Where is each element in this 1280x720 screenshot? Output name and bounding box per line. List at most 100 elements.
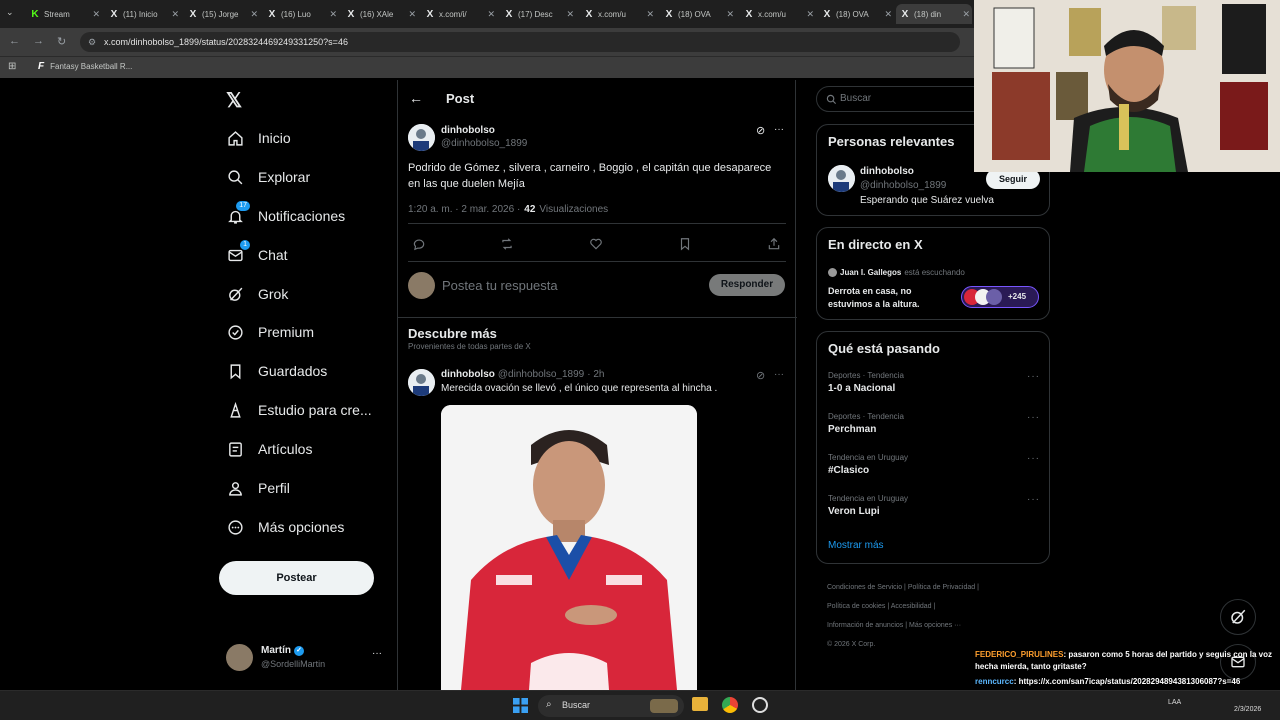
nav-item-premium[interactable]: Premium <box>226 320 314 344</box>
bookmark-item[interactable]: F Fantasy Basketball R... <box>38 61 132 72</box>
browser-tab[interactable]: X (15) Jorge ✕ <box>184 4 260 24</box>
close-icon[interactable]: ✕ <box>250 9 258 20</box>
close-icon[interactable]: ✕ <box>329 9 337 20</box>
browser-tab[interactable]: X (17) Desc ✕ <box>500 4 576 24</box>
footer-link[interactable]: Política de cookies <box>827 603 885 610</box>
browser-tab[interactable]: X (16) Luo ✕ <box>263 4 339 24</box>
windows-start-icon[interactable] <box>513 698 528 713</box>
live-space-title[interactable]: Derrota en casa, no estuvimos a la altur… <box>828 285 948 311</box>
post-button[interactable]: Postear <box>219 561 374 595</box>
trend-item[interactable]: Deportes · Tendencia 1-0 a Nacional ··· <box>828 371 1040 401</box>
post-timestamp[interactable]: 1:20 a. m. · 2 mar. 2026 · <box>408 204 520 215</box>
trend-item[interactable]: Deportes · Tendencia Perchman ··· <box>828 412 1040 442</box>
more-horizontal-icon[interactable]: ··· <box>774 369 784 380</box>
grok-icon[interactable]: ⊘ <box>756 124 765 137</box>
browser-tab[interactable]: K Stream ✕ <box>26 4 102 24</box>
footer-link[interactable]: Política de Privacidad <box>908 584 975 591</box>
more-horizontal-icon[interactable]: ··· <box>1027 494 1040 505</box>
avatar[interactable] <box>408 369 435 396</box>
trend-item[interactable]: Tendencia en Uruguay Veron Lupi ··· <box>828 494 1040 524</box>
nav-item-perfil[interactable]: Perfil <box>226 476 290 500</box>
post-author-name[interactable]: dinhobolso <box>441 369 495 380</box>
reply-input[interactable]: Postea tu respuesta <box>442 278 558 293</box>
nav-item-mas-opciones[interactable]: Más opciones <box>226 515 344 539</box>
nav-item-estudio[interactable]: Estudio para cre... <box>226 398 372 422</box>
forward-arrow-icon[interactable]: → <box>33 35 44 47</box>
user-handle[interactable]: @dinhobolso_1899 <box>860 180 946 191</box>
nav-item-notificaciones[interactable]: 17 Notificaciones <box>226 201 345 228</box>
language-indicator[interactable]: LAA <box>1168 699 1181 706</box>
live-host[interactable]: Juan I. Gallegos está escuchando <box>828 268 965 277</box>
footer-link[interactable]: Más opciones ··· <box>909 622 961 629</box>
follow-button[interactable]: Seguir <box>986 169 1040 189</box>
repost-icon[interactable] <box>500 237 514 251</box>
x-logo-icon[interactable]: 𝕏 <box>226 88 242 113</box>
close-icon[interactable]: ✕ <box>726 9 734 20</box>
footer-link[interactable]: Condiciones de Servicio <box>827 584 902 591</box>
nav-item-articulos[interactable]: Artículos <box>226 437 312 461</box>
close-icon[interactable]: ✕ <box>884 9 892 20</box>
post-author-handle[interactable]: @dinhobolso_1899 <box>498 369 584 380</box>
user-name[interactable]: dinhobolso <box>860 166 914 177</box>
avatar[interactable] <box>408 124 435 151</box>
post-image[interactable] <box>441 405 697 690</box>
browser-tab-active[interactable]: X (18) din ✕ <box>896 4 972 24</box>
post-timestamp[interactable]: · 2h <box>587 369 604 380</box>
post-author-handle[interactable]: @dinhobolso_1899 <box>441 138 527 149</box>
nav-item-explorar[interactable]: Explorar <box>226 165 310 189</box>
close-icon[interactable]: ✕ <box>806 9 814 20</box>
back-arrow-icon[interactable]: ← <box>9 35 20 47</box>
app-icon[interactable] <box>752 697 768 713</box>
nav-item-chat[interactable]: 1 Chat <box>226 240 288 267</box>
nav-item-grok[interactable]: Grok <box>226 282 288 306</box>
browser-tab[interactable]: X (11) Inicio ✕ <box>105 4 181 24</box>
grok-float-button[interactable] <box>1220 599 1256 635</box>
close-icon[interactable]: ✕ <box>487 9 495 20</box>
more-horizontal-icon[interactable]: ··· <box>1027 371 1040 382</box>
bookmark-icon[interactable] <box>678 237 692 251</box>
more-horizontal-icon[interactable]: ··· <box>1027 453 1040 464</box>
browser-tab[interactable]: Xx.com/u ✕ <box>580 4 656 24</box>
nav-item-inicio[interactable]: Inicio <box>226 126 291 150</box>
avatar[interactable] <box>828 165 855 192</box>
apps-grid-icon[interactable]: ⊞ <box>8 61 16 72</box>
browser-tab[interactable]: Xx.com/i/ ✕ <box>421 4 497 24</box>
show-more-link[interactable]: Mostrar más <box>828 540 884 551</box>
file-explorer-icon[interactable] <box>692 697 708 711</box>
listeners-pill[interactable]: +245 <box>961 286 1039 308</box>
reload-icon[interactable]: ↻ <box>57 35 66 48</box>
chrome-icon[interactable] <box>722 697 738 713</box>
search-input[interactable]: Buscar <box>816 86 986 112</box>
grok-icon[interactable]: ⊘ <box>756 369 765 382</box>
footer-link[interactable]: Información de anuncios <box>827 622 903 629</box>
trend-item[interactable]: Tendencia en Uruguay #Clasico ··· <box>828 453 1040 483</box>
nav-item-guardados[interactable]: Guardados <box>226 359 327 383</box>
more-horizontal-icon[interactable]: ··· <box>372 648 382 659</box>
close-icon[interactable]: ✕ <box>408 9 416 20</box>
close-icon[interactable]: ✕ <box>171 9 179 20</box>
account-switcher[interactable]: Martín ✓ @SordelliMartin ··· <box>226 643 386 675</box>
post-text: Merecida ovación se llevó , el único que… <box>441 383 718 394</box>
back-arrow-icon[interactable]: ← <box>409 90 423 106</box>
reply-button[interactable]: Responder <box>709 274 785 296</box>
url-bar[interactable]: ⚙ x.com/dinhobolso_1899/status/202832446… <box>80 32 960 52</box>
browser-tab[interactable]: X (16) XAle ✕ <box>342 4 418 24</box>
post-author-name[interactable]: dinhobolso <box>441 125 495 136</box>
tab-list-chevron-icon[interactable]: ⌄ <box>6 7 14 18</box>
browser-tab[interactable]: Xx.com/u ✕ <box>740 4 816 24</box>
footer-link[interactable]: Accesibilidad <box>891 603 932 610</box>
taskbar-search[interactable]: ⌕ Buscar <box>538 695 684 717</box>
more-horizontal-icon[interactable]: ··· <box>1027 412 1040 423</box>
taskbar-date[interactable]: 2/3/2026 <box>1234 706 1261 713</box>
like-icon[interactable] <box>589 237 603 251</box>
browser-tab[interactable]: X (18) OVA ✕ <box>660 4 736 24</box>
close-icon[interactable]: ✕ <box>962 9 970 20</box>
close-icon[interactable]: ✕ <box>646 9 654 20</box>
close-icon[interactable]: ✕ <box>92 9 100 20</box>
close-icon[interactable]: ✕ <box>566 9 574 20</box>
reply-icon[interactable] <box>412 237 426 251</box>
share-icon[interactable] <box>767 237 781 251</box>
more-horizontal-icon[interactable]: ··· <box>774 124 784 135</box>
browser-tab[interactable]: X (18) OVA ✕ <box>818 4 894 24</box>
site-info-icon[interactable]: ⚙ <box>88 32 96 52</box>
